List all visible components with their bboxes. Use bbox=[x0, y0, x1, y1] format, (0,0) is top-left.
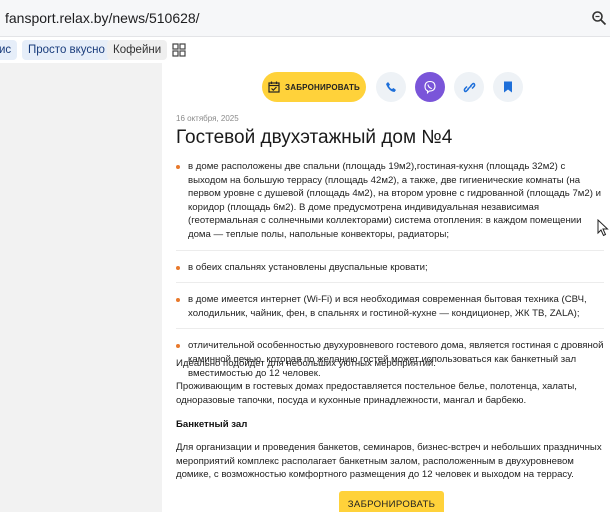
paragraph-banquet: Для организации и проведения банкетов, с… bbox=[176, 442, 602, 481]
list-item: в доме имеется интернет (Wi-Fi) и вся не… bbox=[176, 293, 604, 330]
address-bar[interactable]: fansport.relax.by/news/510628/ bbox=[0, 0, 610, 37]
banquet-heading: Банкетный зал bbox=[176, 419, 248, 430]
link-button[interactable] bbox=[454, 72, 484, 102]
book-button-bottom[interactable]: ЗАБРОНИРОВАТЬ bbox=[339, 491, 444, 512]
cursor-icon bbox=[597, 219, 609, 237]
article-date: 16 октября, 2025 bbox=[176, 114, 239, 123]
bookmark-icon bbox=[504, 81, 512, 93]
list-item: в обеих спальнях установлены двуспальные… bbox=[176, 261, 604, 284]
url-text[interactable]: fansport.relax.by/news/510628/ bbox=[5, 10, 200, 26]
book-button-label: ЗАБРОНИРОВАТЬ bbox=[285, 82, 360, 92]
features-list: в доме расположены две спальни (площадь … bbox=[176, 160, 604, 390]
bookmarks-bar: ис Просто вкусно Кофейни bbox=[0, 37, 610, 63]
bookmark-button[interactable] bbox=[493, 72, 523, 102]
list-item: в доме расположены две спальни (площадь … bbox=[176, 160, 604, 251]
bookmark-item[interactable]: ис bbox=[0, 40, 18, 60]
calendar-check-icon bbox=[268, 81, 280, 93]
book-button-top[interactable]: ЗАБРОНИРОВАТЬ bbox=[262, 72, 366, 102]
apps-grid-icon[interactable] bbox=[172, 43, 186, 57]
viber-button[interactable] bbox=[415, 72, 445, 102]
phone-icon bbox=[386, 82, 396, 92]
paragraph-ideal: Идеально подойдет для небольших уютных м… bbox=[176, 358, 436, 369]
link-icon bbox=[463, 82, 475, 92]
bookmark-item-prosto-vkusno[interactable]: Просто вкусно bbox=[22, 40, 111, 60]
paragraph-amenities: Проживающим в гостевых домах предоставля… bbox=[176, 381, 577, 406]
page-title: Гостевой двухэтажный дом №4 bbox=[176, 127, 453, 148]
left-sidebar bbox=[0, 63, 162, 512]
viber-icon bbox=[424, 80, 436, 94]
zoom-magnifier-icon[interactable] bbox=[591, 10, 607, 26]
bookmark-item-kofeyni[interactable]: Кофейни bbox=[107, 40, 168, 60]
phone-button[interactable] bbox=[376, 72, 406, 102]
